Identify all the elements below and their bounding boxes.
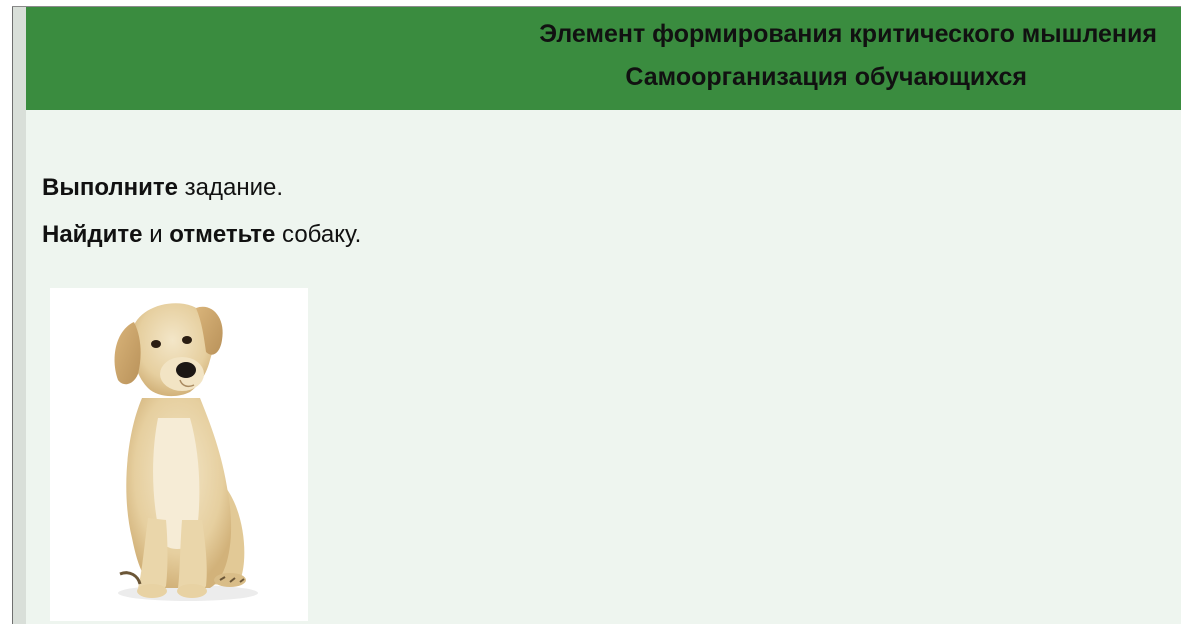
instruction-verb-do: Выполните xyxy=(42,174,178,201)
task-instructions: Выполните задание. Найдите и отметьте со… xyxy=(42,173,361,267)
instruction-verb-find: Найдите xyxy=(42,221,143,248)
page: Элемент формирования критического мышлен… xyxy=(0,0,1181,624)
instruction-object: собаку. xyxy=(275,221,362,248)
dog-image[interactable] xyxy=(50,288,308,621)
instruction-text: задание. xyxy=(177,174,284,201)
instruction-line-1: Выполните задание. xyxy=(42,173,361,202)
instruction-verb-mark: отметьте xyxy=(169,221,276,248)
header-subtitle: Самоорганизация обучающихся xyxy=(625,63,1027,91)
task-card: Элемент формирования критического мышлен… xyxy=(26,7,1181,624)
task-header: Элемент формирования критического мышлен… xyxy=(26,7,1181,110)
dog-photo-icon xyxy=(114,303,258,601)
header-title: Элемент формирования критического мышлен… xyxy=(539,20,1157,48)
instruction-line-2: Найдите и отметьте собаку. xyxy=(42,220,361,249)
left-gutter xyxy=(13,6,26,624)
instruction-conjunction: и xyxy=(142,221,170,248)
